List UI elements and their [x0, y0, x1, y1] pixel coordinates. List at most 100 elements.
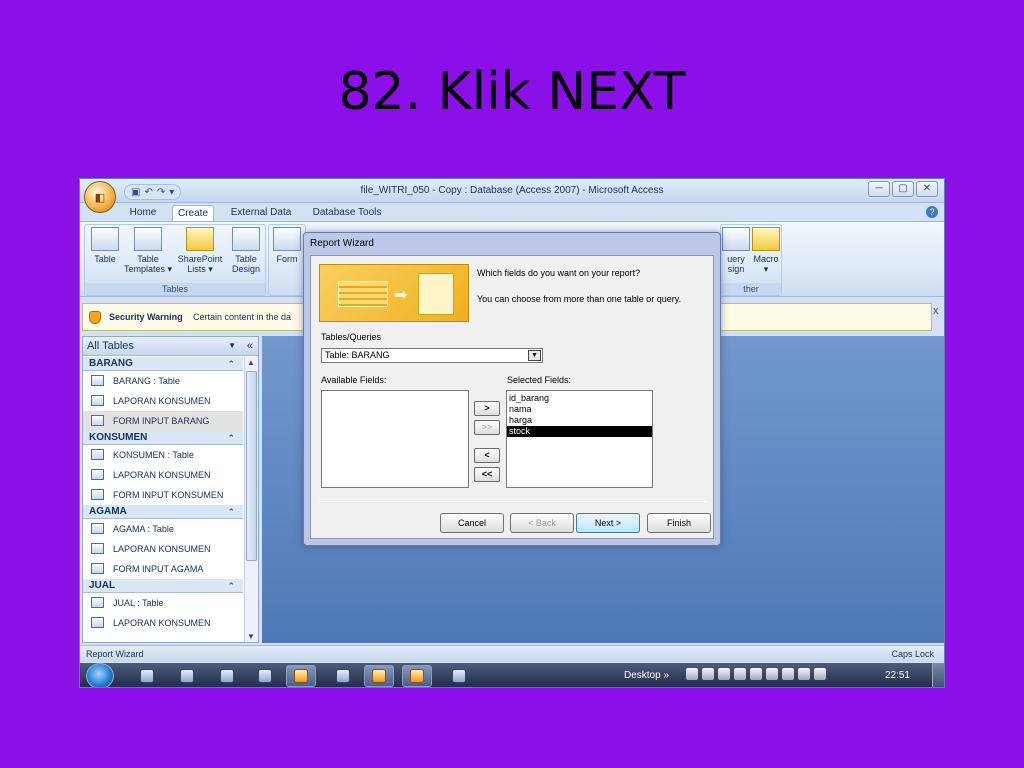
finish-button[interactable]: Finish [647, 513, 711, 533]
nav-header-label: All Tables [87, 340, 134, 352]
taskbar-app-button[interactable] [364, 665, 394, 687]
notepad-icon[interactable] [336, 669, 350, 683]
list-item[interactable]: id_barang [507, 393, 652, 404]
folder-icon [294, 669, 308, 683]
firefox-icon[interactable] [140, 669, 154, 683]
office-button[interactable]: ◧ [84, 181, 116, 213]
nav-item[interactable]: LAPORAN KONSUMEN [83, 613, 243, 633]
tray-network-icon[interactable] [686, 668, 698, 680]
volume-icon[interactable] [766, 668, 778, 680]
chevron-right-icon[interactable]: » [663, 670, 669, 681]
next-button[interactable]: Next > [576, 513, 640, 533]
nav-collapse-icon[interactable]: « [247, 337, 253, 355]
close-button[interactable]: ✕ [916, 181, 938, 197]
nav-dropdown-icon[interactable]: ▼ [228, 337, 236, 355]
restore-button[interactable]: ▢ [892, 181, 914, 197]
nav-group-barang[interactable]: BARANG ⌃ [83, 357, 243, 371]
nav-group-label: AGAMA [89, 506, 127, 517]
nav-item[interactable]: BARANG : Table [83, 371, 243, 391]
tray-drive-icon[interactable] [798, 668, 810, 680]
nav-group-agama[interactable]: AGAMA ⌃ [83, 505, 243, 519]
remove-field-button[interactable]: < [474, 448, 500, 463]
media-icon[interactable] [220, 669, 234, 683]
tab-database-tools[interactable]: Database Tools [310, 205, 384, 221]
dialog-body: ➡ Which fields do you want on your repor… [310, 255, 714, 539]
macro-button[interactable]: Macro ▾ [751, 227, 781, 274]
wizard-question: Which fields do you want on your report? [477, 268, 641, 278]
security-warning-label: Security Warning [109, 312, 183, 322]
query-design-label: uery sign [727, 254, 745, 274]
nav-header[interactable]: All Tables ▼ « [83, 337, 258, 356]
security-close-icon[interactable]: x [933, 305, 939, 317]
tables-queries-select[interactable]: Table: BARANG ▼ [321, 348, 543, 363]
window-title: file_WITRI_050 - Copy : Database (Access… [360, 185, 664, 196]
taskbar: Desktop » 22:51 [80, 663, 944, 687]
table-button[interactable]: Table [87, 227, 123, 264]
scroll-down-icon[interactable]: ▼ [247, 632, 255, 641]
sharepoint-lists-button[interactable]: SharePoint Lists ▾ [175, 227, 225, 274]
list-item-selected[interactable]: stock [507, 426, 652, 437]
nav-item[interactable]: FORM INPUT KONSUMEN [83, 485, 243, 505]
report-icon [91, 543, 104, 554]
cancel-button[interactable]: Cancel [440, 513, 504, 533]
tray-app-icon[interactable] [702, 668, 714, 680]
tray-misc-icon[interactable] [814, 668, 826, 680]
tray-antivirus-icon[interactable] [718, 668, 730, 680]
desktop-toolbar-label[interactable]: Desktop » [624, 670, 669, 681]
dropdown-arrow-icon[interactable]: ▼ [528, 350, 541, 361]
table-icon [91, 449, 104, 460]
list-item[interactable]: nama [507, 404, 652, 415]
nav-item-selected[interactable]: FORM INPUT BARANG [83, 411, 243, 431]
nav-item-label: AGAMA : Table [113, 524, 174, 534]
help-icon[interactable]: ? [926, 206, 938, 218]
table-design-button[interactable]: Table Design [227, 227, 265, 274]
nav-item[interactable]: KONSUMEN : Table [83, 445, 243, 465]
nav-item[interactable]: JUAL : Table [83, 593, 243, 613]
table-templates-label: Table Templates ▾ [123, 254, 173, 274]
available-fields-list[interactable] [321, 390, 469, 488]
nav-group-konsumen[interactable]: KONSUMEN ⌃ [83, 431, 243, 445]
query-design-icon [722, 227, 750, 251]
chevron-up-icon[interactable]: ⌃ [227, 357, 235, 371]
table-templates-button[interactable]: Table Templates ▾ [123, 227, 173, 274]
tab-home[interactable]: Home [126, 205, 160, 221]
macro-button-label: Macro ▾ [753, 254, 779, 274]
show-desktop-button[interactable] [932, 663, 944, 687]
nav-item[interactable]: FORM INPUT AGAMA [83, 559, 243, 579]
tables-group-label: Tables [85, 283, 265, 295]
tray-flag-icon[interactable] [734, 668, 746, 680]
paint-icon[interactable] [452, 669, 466, 683]
start-button[interactable] [86, 663, 114, 687]
nav-item[interactable]: LAPORAN KONSUMEN [83, 465, 243, 485]
query-design-button[interactable]: uery sign [721, 227, 751, 274]
nav-group-jual[interactable]: JUAL ⌃ [83, 579, 243, 593]
tray-device-icon[interactable] [750, 668, 762, 680]
chevron-up-icon[interactable]: ⌃ [227, 431, 235, 445]
tool-icon[interactable] [180, 669, 194, 683]
tab-create[interactable]: Create [172, 205, 214, 221]
remove-all-fields-button[interactable]: << [474, 467, 500, 482]
tab-external-data[interactable]: External Data [228, 205, 294, 221]
taskbar-access-button[interactable] [402, 665, 432, 687]
selected-fields-list[interactable]: id_barang nama harga stock [506, 390, 653, 488]
form-button[interactable]: Form [270, 227, 304, 264]
clock[interactable]: 22:51 [885, 670, 910, 681]
nav-item[interactable]: AGAMA : Table [83, 519, 243, 539]
nav-item[interactable]: LAPORAN KONSUMEN [83, 391, 243, 411]
scroll-thumb[interactable] [246, 371, 257, 561]
nav-scrollbar[interactable]: ▲ ▼ [244, 357, 258, 642]
minimize-button[interactable]: ─ [868, 181, 890, 197]
selected-fields-label: Selected Fields: [507, 375, 572, 385]
back-button[interactable]: < Back [510, 513, 574, 533]
add-field-button[interactable]: > [474, 401, 500, 416]
add-all-fields-button[interactable]: >> [474, 420, 500, 435]
tray-update-icon[interactable] [782, 668, 794, 680]
browser-icon[interactable] [258, 669, 272, 683]
nav-item[interactable]: LAPORAN KONSUMEN [83, 539, 243, 559]
taskbar-explorer-button[interactable] [286, 665, 316, 687]
list-item[interactable]: harga [507, 415, 652, 426]
chevron-up-icon[interactable]: ⌃ [227, 505, 235, 519]
scroll-up-icon[interactable]: ▲ [247, 358, 255, 367]
wizard-hint: You can choose from more than one table … [477, 294, 682, 304]
chevron-up-icon[interactable]: ⌃ [227, 579, 235, 593]
